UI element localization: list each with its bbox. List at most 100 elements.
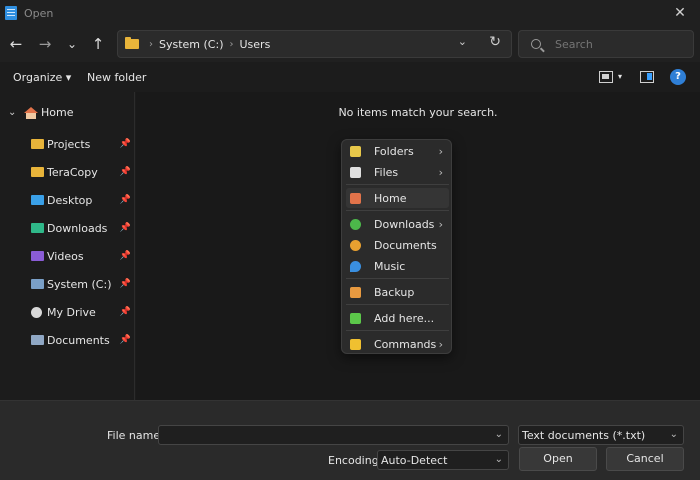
sidebar-item-label: Videos xyxy=(47,249,84,263)
folder-icon xyxy=(31,139,44,149)
sidebar-item-documents[interactable]: Documents 📌 xyxy=(31,330,131,350)
sidebar-item-system-c[interactable]: System (C:) 📌 xyxy=(31,274,131,294)
open-button[interactable]: Open xyxy=(519,447,597,471)
menu-item-label: Commands xyxy=(374,337,437,351)
navigation-bar: ← → ⌄ ↑ › System (C:) › Users ⌄ ↻ xyxy=(0,26,700,62)
context-menu: Folders › Files › Home Downloads › Docum… xyxy=(341,139,452,354)
menu-item-label: Add here... xyxy=(374,311,435,325)
sidebar-item-label: Documents xyxy=(47,333,110,347)
sidebar-item-home[interactable]: ⌄ Home xyxy=(8,106,73,119)
up-arrow-icon: ↑ xyxy=(91,35,105,53)
folders-icon xyxy=(350,145,361,157)
downloads-icon xyxy=(350,218,361,230)
new-folder-button[interactable]: New folder xyxy=(87,71,146,84)
back-button[interactable]: ← xyxy=(6,34,26,54)
command-bar: Organize ▾ New folder ▾ ? xyxy=(0,62,700,92)
menu-item-label: Home xyxy=(374,191,407,205)
preview-pane-button[interactable] xyxy=(640,71,654,83)
chevron-down-icon: ⌄ xyxy=(494,454,503,465)
pin-icon: 📌 xyxy=(119,307,131,317)
menu-item-home[interactable]: Home xyxy=(346,188,449,208)
lightning-icon xyxy=(350,338,361,350)
breadcrumb-separator: › xyxy=(229,38,234,50)
address-history-chevron-icon[interactable]: ⌄ xyxy=(458,35,467,48)
help-button[interactable]: ? xyxy=(670,69,686,85)
pin-icon: 📌 xyxy=(119,279,131,289)
menu-item-folders[interactable]: Folders › xyxy=(346,141,449,161)
sidebar-item-teracopy[interactable]: TeraCopy 📌 xyxy=(31,162,131,182)
menu-separator xyxy=(346,330,449,331)
notepad-icon xyxy=(5,6,17,20)
menu-item-documents[interactable]: Documents xyxy=(346,235,449,255)
sidebar-item-projects[interactable]: Projects 📌 xyxy=(31,134,131,154)
chevron-down-icon[interactable]: ⌄ xyxy=(8,107,20,118)
forward-button[interactable]: → xyxy=(35,34,55,54)
sidebar-item-desktop[interactable]: Desktop 📌 xyxy=(31,190,131,210)
documents-icon xyxy=(350,239,361,251)
empty-search-message: No items match your search. xyxy=(338,106,498,119)
dialog-footer: File name: ⌄ Text documents (*.txt) ⌄ En… xyxy=(0,400,700,480)
add-icon xyxy=(350,312,361,324)
breadcrumb-separator: › xyxy=(149,38,153,50)
menu-separator xyxy=(346,210,449,211)
videos-icon xyxy=(31,251,44,261)
pin-icon: 📌 xyxy=(119,223,131,233)
view-layout-icon xyxy=(599,71,613,83)
pin-icon: 📌 xyxy=(119,195,131,205)
backup-icon xyxy=(350,286,361,298)
sidebar-item-label: System (C:) xyxy=(47,277,112,291)
drive-icon xyxy=(31,279,44,289)
breadcrumb-system-c[interactable]: System (C:) xyxy=(159,38,224,51)
up-button[interactable]: ↑ xyxy=(88,34,108,54)
close-button[interactable]: ✕ xyxy=(670,3,690,23)
view-dropdown-chevron-icon[interactable]: ▾ xyxy=(618,72,622,81)
menu-item-commands[interactable]: Commands › xyxy=(346,334,449,354)
menu-item-downloads[interactable]: Downloads › xyxy=(346,214,449,234)
menu-item-music[interactable]: Music xyxy=(346,256,449,276)
sidebar-item-label: Desktop xyxy=(47,193,93,207)
encoding-select[interactable]: Auto-Detect ⌄ xyxy=(377,450,509,470)
submenu-arrow-icon: › xyxy=(438,217,443,231)
navigation-pane: ⌄ Home Projects 📌 TeraCopy 📌 Desktop 📌 D… xyxy=(0,92,135,400)
menu-separator xyxy=(346,184,449,185)
chevron-down-icon: ⌄ xyxy=(669,429,678,440)
encoding-value: Auto-Detect xyxy=(381,453,448,467)
sidebar-item-videos[interactable]: Videos 📌 xyxy=(31,246,131,266)
help-icon: ? xyxy=(670,69,686,85)
folder-icon xyxy=(125,37,139,49)
search-input[interactable] xyxy=(555,37,685,51)
menu-item-add-here[interactable]: Add here... xyxy=(346,308,449,328)
cancel-button[interactable]: Cancel xyxy=(606,447,684,471)
sidebar-item-downloads[interactable]: Downloads 📌 xyxy=(31,218,131,238)
chevron-down-icon[interactable]: ⌄ xyxy=(495,429,503,440)
submenu-arrow-icon: › xyxy=(438,144,443,158)
recent-locations-button[interactable]: ⌄ xyxy=(62,34,82,54)
refresh-icon[interactable]: ↻ xyxy=(489,34,501,50)
pin-icon: 📌 xyxy=(119,139,131,149)
music-icon xyxy=(350,260,361,272)
view-button[interactable] xyxy=(599,71,613,83)
encoding-label: Encoding: xyxy=(328,454,383,467)
search-icon xyxy=(531,39,541,49)
pin-icon: 📌 xyxy=(119,335,131,345)
file-type-select[interactable]: Text documents (*.txt) ⌄ xyxy=(518,425,684,445)
title-bar: Open ✕ xyxy=(0,0,700,26)
organize-button[interactable]: Organize ▾ xyxy=(13,71,71,84)
menu-separator xyxy=(346,278,449,279)
sidebar-item-label: Downloads xyxy=(47,221,108,235)
sidebar-item-label: TeraCopy xyxy=(47,165,98,179)
sidebar-item-label: Projects xyxy=(47,137,91,151)
file-name-label: File name: xyxy=(107,429,164,442)
menu-item-files[interactable]: Files › xyxy=(346,162,449,182)
breadcrumb-users[interactable]: Users xyxy=(240,38,271,51)
menu-item-backup[interactable]: Backup xyxy=(346,282,449,302)
menu-item-label: Documents xyxy=(374,238,437,252)
address-bar[interactable]: › System (C:) › Users ⌄ ↻ xyxy=(117,30,512,58)
menu-separator xyxy=(346,304,449,305)
menu-item-label: Backup xyxy=(374,285,415,299)
file-name-field[interactable]: ⌄ xyxy=(158,425,509,445)
pin-icon: 📌 xyxy=(119,251,131,261)
sidebar-item-my-drive[interactable]: My Drive 📌 xyxy=(31,302,131,322)
search-box[interactable] xyxy=(518,30,694,58)
pin-icon: 📌 xyxy=(119,167,131,177)
